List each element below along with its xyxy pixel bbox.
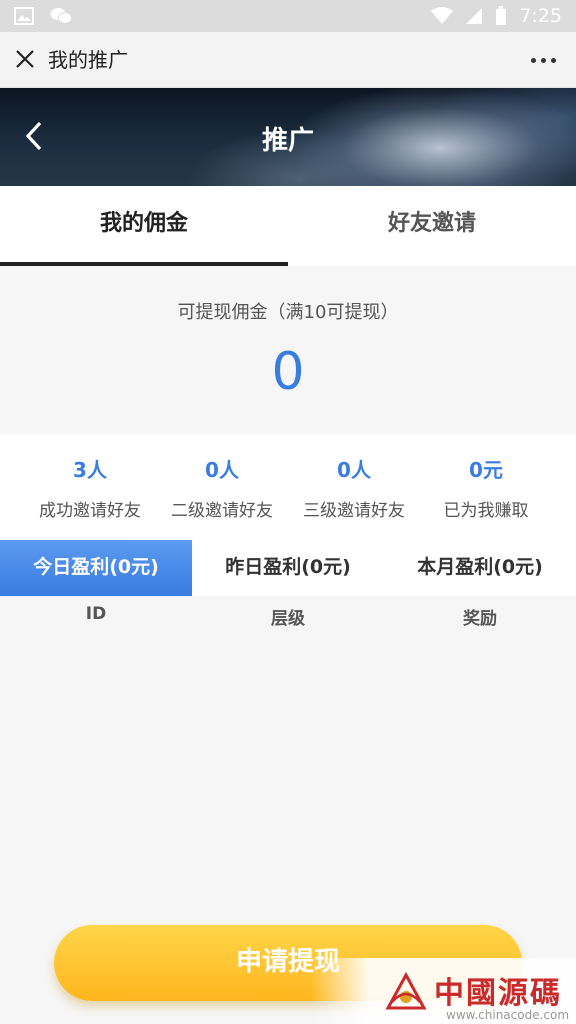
column-id: ID — [85, 604, 107, 624]
gallery-icon — [14, 7, 34, 25]
tab-month-profit[interactable]: 本月盈利(0元) — [384, 540, 576, 596]
header-title: 推广 — [261, 126, 314, 156]
signal-icon — [465, 7, 483, 25]
battery-icon — [495, 6, 507, 26]
table-header: ID 层级 奖励 — [0, 596, 576, 638]
watermark-logo-icon — [384, 971, 428, 1016]
stat-label: 已为我赚取 — [443, 501, 529, 521]
tab-yesterday-profit[interactable]: 昨日盈利(0元) — [192, 540, 384, 596]
column-reward: 奖励 — [463, 609, 497, 629]
profit-tabs: 今日盈利(0元) 昨日盈利(0元) 本月盈利(0元) — [0, 540, 576, 596]
stat-value: 0元 — [469, 458, 503, 482]
stat-value: 0人 — [337, 458, 371, 482]
watermark: 中國源碼 www.chinacode.com — [310, 958, 576, 1024]
wechat-icon — [50, 7, 72, 25]
header-banner: 推广 — [0, 88, 576, 186]
tab-my-commission[interactable]: 我的佣金 — [0, 186, 288, 266]
stat-label: 三级邀请好友 — [303, 501, 405, 521]
wifi-icon — [431, 7, 454, 25]
balance-value: 0 — [271, 342, 305, 402]
balance-label: 可提现佣金（满10可提现） — [177, 302, 399, 323]
close-icon[interactable] — [12, 46, 38, 72]
column-level: 层级 — [271, 609, 305, 629]
tab-label: 好友邀请 — [387, 211, 476, 236]
page-title: 我的推广 — [48, 48, 128, 72]
watermark-text: 中國源碼 — [434, 976, 562, 1011]
tab-friend-invite[interactable]: 好友邀请 — [288, 186, 576, 266]
status-time: 7:25 — [519, 5, 562, 27]
status-bar: 7:25 — [0, 0, 576, 32]
tab-label: 我的佣金 — [99, 211, 188, 236]
withdrawable-balance: 可提现佣金（满10可提现） 0 — [0, 266, 576, 434]
tab-today-profit[interactable]: 今日盈利(0元) — [0, 540, 192, 596]
invite-stats: 3人 成功邀请好友 0人 二级邀请好友 0人 三级邀请好友 0元 已为我赚取 — [0, 434, 576, 540]
main-tabs: 我的佣金 好友邀请 — [0, 186, 576, 266]
stat-value: 3人 — [73, 458, 107, 482]
stat-label: 成功邀请好友 — [39, 501, 141, 521]
watermark-url: www.chinacode.com — [446, 1008, 570, 1022]
stat-label: 二级邀请好友 — [171, 501, 273, 521]
stat-value: 0人 — [205, 458, 239, 482]
title-bar: 我的推广 — [0, 32, 576, 88]
more-options-icon[interactable] — [531, 58, 556, 63]
